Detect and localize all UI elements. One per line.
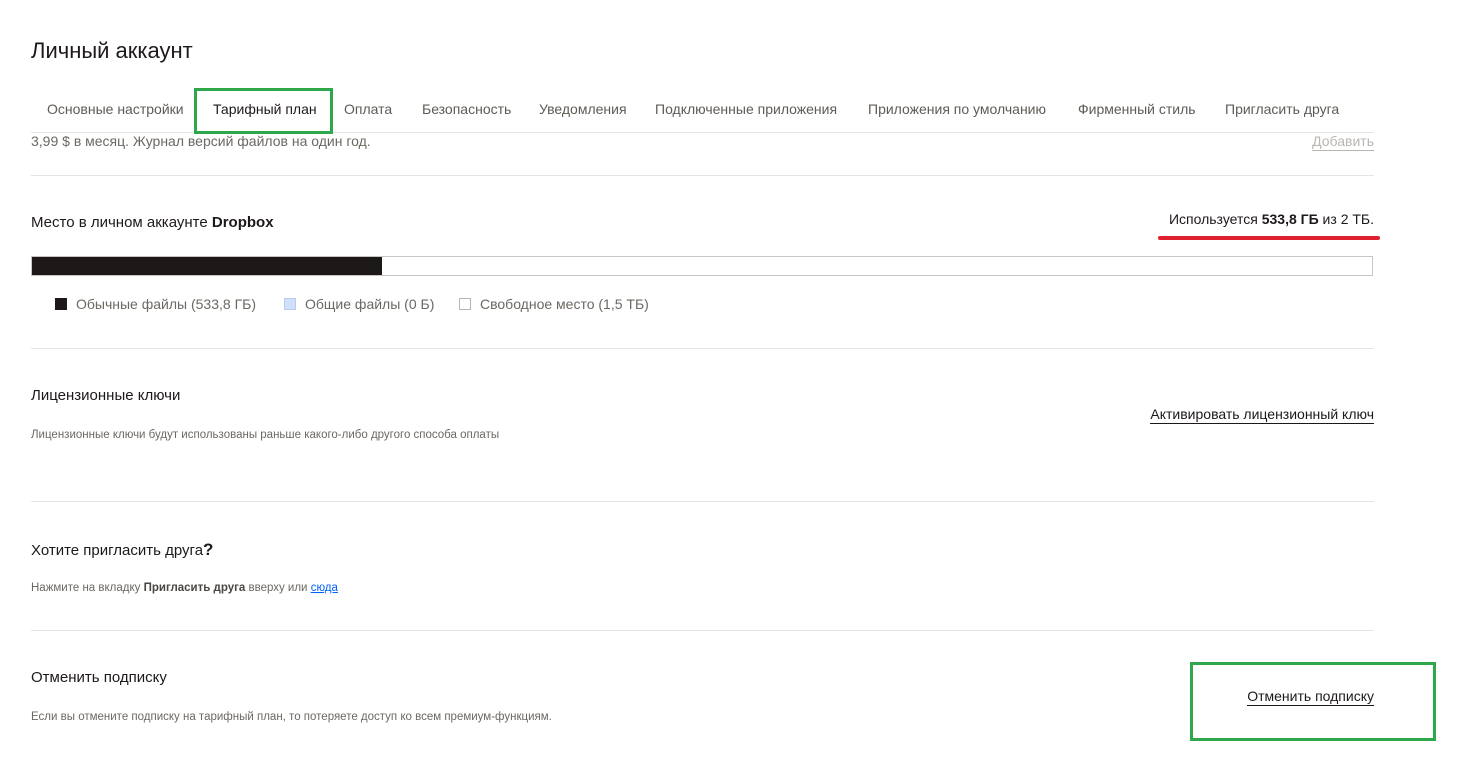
legend-free-space: Свободное место (1,5 ТБ) <box>459 296 649 312</box>
invite-here-link[interactable]: сюда <box>311 582 338 594</box>
invite-desc-mid: вверху или <box>245 582 311 594</box>
tab-notifications[interactable]: Уведомления <box>539 101 627 117</box>
tab-basic-settings[interactable]: Основные настройки <box>47 101 184 117</box>
tab-branding[interactable]: Фирменный стиль <box>1078 101 1196 117</box>
cancel-highlight-box <box>1190 662 1436 741</box>
usage-underline-annotation <box>1158 236 1380 240</box>
activate-license-button[interactable]: Активировать лицензионный ключ <box>1150 406 1374 424</box>
legend-swatch-regular <box>55 298 67 310</box>
divider <box>31 348 1374 349</box>
storage-title: Место в личном аккаунте Dropbox <box>31 214 274 231</box>
invite-desc-prefix: Нажмите на вкладку <box>31 582 144 594</box>
invite-title: Хотите пригласить друга? <box>31 540 213 560</box>
divider <box>31 175 1374 176</box>
tab-highlight-box <box>194 88 333 134</box>
usage-used: 533,8 ГБ <box>1261 211 1319 227</box>
storage-title-prefix: Место в личном аккаунте <box>31 214 212 231</box>
legend-shared-files: Общие файлы (0 Б) <box>284 296 434 312</box>
page-title: Личный аккаунт <box>31 38 193 63</box>
storage-bar <box>31 256 1373 276</box>
legend-regular-label: Обычные файлы (533,8 ГБ) <box>76 296 256 312</box>
divider <box>31 501 1374 502</box>
tab-security[interactable]: Безопасность <box>422 101 511 117</box>
license-description: Лицензионные ключи будут использованы ра… <box>31 429 500 441</box>
invite-title-mark: ? <box>203 540 214 559</box>
legend-regular-files: Обычные файлы (533,8 ГБ) <box>55 296 256 312</box>
plan-description: 3,99 $ в месяц. Журнал версий файлов на … <box>31 133 371 149</box>
tab-invite-friend[interactable]: Пригласить друга <box>1225 101 1339 117</box>
add-button[interactable]: Добавить <box>1312 133 1374 151</box>
tab-payment[interactable]: Оплата <box>344 101 392 117</box>
license-title: Лицензионные ключи <box>31 387 181 404</box>
legend-shared-label: Общие файлы (0 Б) <box>305 296 435 312</box>
storage-bar-used <box>32 257 382 275</box>
cancel-description: Если вы отмените подписку на тарифный пл… <box>31 711 552 723</box>
invite-title-text: Хотите пригласить друга <box>31 542 204 559</box>
legend-free-label: Свободное место (1,5 ТБ) <box>480 296 649 312</box>
tab-connected-apps[interactable]: Подключенные приложения <box>655 101 837 117</box>
usage-total: 2 ТБ. <box>1340 211 1374 227</box>
invite-description: Нажмите на вкладку Пригласить друга ввер… <box>31 582 338 594</box>
tab-default-apps[interactable]: Приложения по умолчанию <box>868 101 1046 117</box>
legend-swatch-shared <box>284 298 296 310</box>
usage-mid: из <box>1318 211 1341 227</box>
divider <box>31 630 1374 631</box>
storage-title-brand: Dropbox <box>211 214 274 231</box>
cancel-title: Отменить подписку <box>31 669 167 686</box>
legend-swatch-free <box>459 298 471 310</box>
invite-desc-bold: Пригласить друга <box>143 582 246 594</box>
storage-usage: Используется 533,8 ГБ из 2 ТБ. <box>1169 211 1374 227</box>
usage-prefix: Используется <box>1168 211 1262 227</box>
